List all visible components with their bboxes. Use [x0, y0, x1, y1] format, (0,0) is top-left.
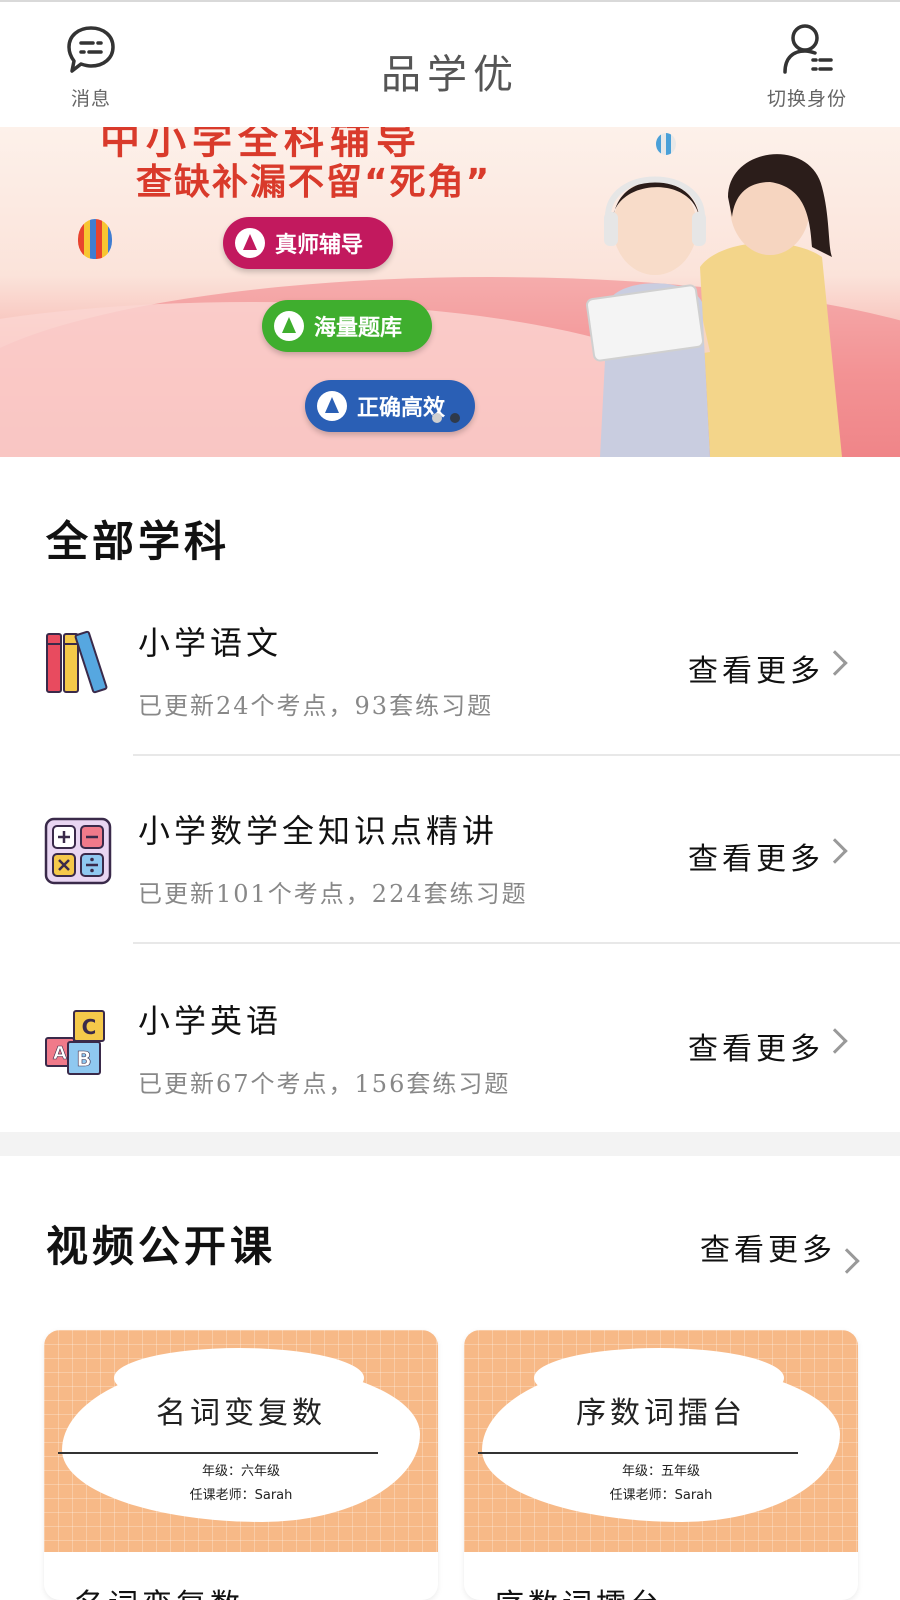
chevron-right-icon: [822, 1028, 848, 1054]
pill-label: 真师辅导: [275, 233, 364, 258]
chevron-right-icon: [822, 838, 848, 864]
user-switch-icon: [783, 24, 833, 74]
subject-name: 小学英语: [138, 1002, 283, 1040]
abc-blocks-icon: C A B: [45, 1010, 105, 1075]
books-icon: [46, 630, 108, 694]
video-grade: 年级：五年级: [621, 1464, 700, 1479]
video-teacher: 任课老师：Sarah: [609, 1488, 713, 1503]
banner-pagination: [432, 413, 460, 423]
svg-text:A: A: [53, 1043, 67, 1064]
switch-identity-label: 切换身份: [766, 88, 847, 110]
video-thumb-title: 名词变复数: [156, 1396, 326, 1431]
video-teacher: 任课老师：Sarah: [189, 1488, 293, 1503]
calculator-icon: [44, 817, 112, 885]
banner-pill-question-bank: 海量题库: [262, 300, 432, 352]
hot-air-balloon-icon: [78, 219, 112, 259]
divider: [133, 942, 900, 944]
banner-dot[interactable]: [432, 413, 442, 423]
video-thumbnail: 序数词擂台 年级：五年级 任课老师：Sarah: [464, 1330, 858, 1552]
subject-name: 小学语文: [138, 624, 283, 662]
banner-pill-efficient: 正确高效: [305, 380, 475, 432]
banner-pill-teacher: 真师辅导: [223, 217, 393, 269]
app-header: 消息 品学优 切换身份: [0, 0, 900, 127]
divider: [133, 754, 900, 756]
svg-text:B: B: [76, 1047, 91, 1071]
thumb-rule: [58, 1452, 378, 1454]
teacher-student-illustration: [585, 154, 842, 457]
pill-label: 海量题库: [314, 316, 403, 341]
subjects-title: 全部学科: [46, 517, 231, 566]
video-caption: 序数词擂台: [494, 1580, 664, 1600]
triangle-logo-icon: [274, 311, 304, 341]
subject-item-chinese[interactable]: 小学语文 已更新24个考点，93套练习题 查看更多: [0, 570, 900, 760]
triangle-logo-icon: [235, 228, 265, 258]
video-grade: 年级：六年级: [201, 1464, 280, 1479]
thumb-rule: [478, 1452, 798, 1454]
view-more-link[interactable]: 查看更多: [688, 834, 824, 878]
video-caption: 名词变复数: [74, 1580, 244, 1600]
switch-identity-button[interactable]: 切换身份: [752, 22, 862, 111]
subject-desc: 已更新67个考点，156套练习题: [138, 1070, 511, 1098]
video-thumb-title: 序数词擂台: [576, 1396, 746, 1431]
subject-name: 小学数学全知识点精讲: [138, 812, 499, 850]
video-thumbnail: 名词变复数 年级：六年级 任课老师：Sarah: [44, 1330, 438, 1552]
video-card[interactable]: 序数词擂台 年级：五年级 任课老师：Sarah 序数词擂台: [464, 1330, 858, 1600]
chevron-right-icon: [834, 1248, 860, 1274]
promo-banner[interactable]: 中小学全科辅导 查缺补漏不留“死角” 真师辅导 海量题库 正确高效: [0, 127, 900, 457]
subject-item-english[interactable]: C A B 小学英语 已更新67个考点，156套练习题 查看更多: [0, 950, 900, 1140]
subject-desc: 已更新24个考点，93套练习题: [138, 692, 494, 720]
video-card[interactable]: 名词变复数 年级：六年级 任课老师：Sarah 名词变复数: [44, 1330, 438, 1600]
videos-title: 视频公开课: [46, 1222, 277, 1271]
subject-desc: 已更新101个考点，224套练习题: [138, 880, 528, 908]
banner-dot-active[interactable]: [450, 413, 460, 423]
chevron-right-icon: [822, 650, 848, 676]
view-more-link[interactable]: 查看更多: [688, 1024, 824, 1068]
videos-view-more-link[interactable]: 查看更多: [700, 1225, 836, 1269]
triangle-logo-icon: [317, 391, 347, 421]
view-more-link[interactable]: 查看更多: [688, 646, 824, 690]
section-separator: [0, 1132, 900, 1156]
svg-text:C: C: [82, 1015, 97, 1039]
subject-item-math[interactable]: 小学数学全知识点精讲 已更新101个考点，224套练习题 查看更多: [0, 760, 900, 950]
banner-slogan: 查缺补漏不留“死角”: [136, 162, 492, 203]
